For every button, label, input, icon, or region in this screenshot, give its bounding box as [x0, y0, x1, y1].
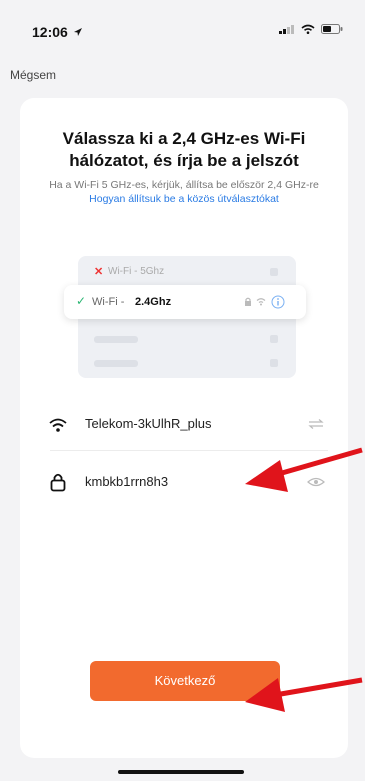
wifi-24ghz-popup: ✓ Wi-Fi - 2.4Ghz — [64, 285, 306, 319]
arrow-to-next-button — [245, 677, 363, 712]
wifi-icon — [49, 418, 67, 432]
arrow-to-password — [245, 447, 363, 492]
location-arrow-icon — [74, 28, 82, 36]
status-time: 12:06 — [32, 24, 68, 40]
page-title: Válassza ki a 2,4 GHz-es Wi-Fi hálózatot… — [62, 129, 306, 170]
wifi-5ghz-row: ✕ Wi-Fi - 5Ghz — [78, 260, 296, 284]
wifi-24ghz-prefix: Wi-Fi - — [92, 296, 125, 308]
placeholder-bar — [94, 360, 138, 367]
page-subtitle: Ha a Wi-Fi 5 GHz-es, kérjük, állítsa be … — [40, 178, 328, 206]
wifi-small-icon — [256, 298, 266, 306]
placeholder-icon — [270, 359, 278, 367]
ssid-field: Telekom-3kUlhR_plus — [85, 416, 212, 431]
lock-icon — [50, 473, 66, 492]
placeholder-icon — [270, 335, 278, 343]
battery-icon — [321, 24, 343, 34]
wifi-status-icon — [301, 24, 315, 34]
check-icon: ✓ — [76, 294, 87, 308]
wifi-24ghz-band: 2.4Ghz — [135, 296, 172, 308]
lock-small-icon — [245, 297, 251, 306]
cancel-button[interactable]: Mégsem — [10, 68, 56, 82]
status-bar: 12:06 — [0, 0, 365, 60]
status-icons — [279, 24, 343, 34]
placeholder-bar — [94, 336, 138, 343]
info-icon — [271, 295, 285, 309]
subtitle-text: Ha a Wi-Fi 5 GHz-es, kérjük, állítsa be … — [49, 179, 319, 191]
wifi-5ghz-label: Wi-Fi - 5Ghz — [108, 266, 165, 277]
placeholder-icon — [270, 268, 278, 276]
cross-icon: ✕ — [94, 266, 104, 278]
home-indicator — [118, 770, 244, 774]
router-help-link[interactable]: Hogyan állítsuk be a közös útválasztókat — [89, 193, 279, 205]
setup-card: Válassza ki a 2,4 GHz-es Wi-Fi hálózatot… — [20, 98, 348, 758]
cellular-signal-icon — [279, 25, 294, 34]
password-field[interactable]: kmbkb1rrn8h3 — [85, 474, 168, 489]
switch-network-icon[interactable] — [308, 418, 324, 430]
